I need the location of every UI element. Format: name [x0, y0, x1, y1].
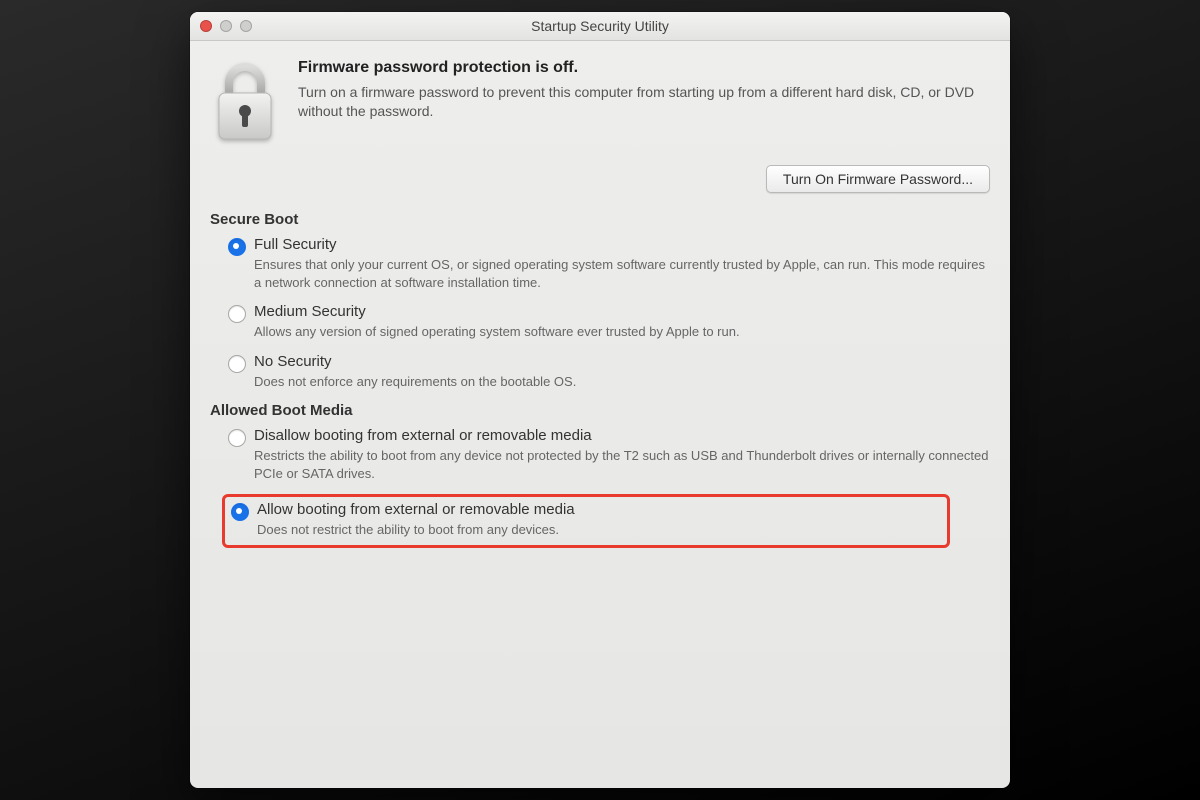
radio-full-security[interactable]	[228, 238, 246, 256]
turn-on-firmware-password-button[interactable]: Turn On Firmware Password...	[766, 165, 990, 193]
radio-disallow-external[interactable]	[228, 429, 246, 447]
option-label: Medium Security	[254, 303, 740, 321]
secure-boot-option-medium[interactable]: Medium Security Allows any version of si…	[228, 303, 990, 341]
minimize-icon	[220, 20, 232, 32]
option-label: Allow booting from external or removable…	[257, 501, 575, 519]
option-description: Does not restrict the ability to boot fr…	[257, 521, 575, 539]
firmware-button-row: Turn On Firmware Password...	[210, 165, 990, 193]
boot-media-title: Allowed Boot Media	[210, 402, 990, 419]
option-description: Ensures that only your current OS, or si…	[254, 256, 990, 291]
close-icon[interactable]	[200, 20, 212, 32]
radio-no-security[interactable]	[228, 355, 246, 373]
radio-allow-external[interactable]	[231, 503, 249, 521]
firmware-section: Firmware password protection is off. Tur…	[210, 59, 990, 143]
option-label: No Security	[254, 353, 576, 371]
secure-boot-option-none[interactable]: No Security Does not enforce any require…	[228, 353, 990, 391]
option-label: Full Security	[254, 236, 990, 254]
desktop-background: Startup Security Utility	[0, 0, 1200, 800]
secure-boot-option-full[interactable]: Full Security Ensures that only your cur…	[228, 236, 990, 291]
firmware-heading: Firmware password protection is off.	[298, 59, 990, 77]
secure-boot-title: Secure Boot	[210, 211, 990, 228]
radio-medium-security[interactable]	[228, 305, 246, 323]
lock-icon	[210, 59, 280, 143]
boot-media-option-allow[interactable]: Allow booting from external or removable…	[231, 501, 939, 539]
utility-window: Startup Security Utility	[190, 12, 1010, 788]
secure-boot-options: Full Security Ensures that only your cur…	[210, 236, 990, 390]
firmware-description: Turn on a firmware password to prevent t…	[298, 83, 990, 121]
window-traffic-lights	[200, 20, 252, 32]
window-titlebar: Startup Security Utility	[190, 12, 1010, 41]
option-description: Restricts the ability to boot from any d…	[254, 447, 990, 482]
boot-media-options: Disallow booting from external or remova…	[210, 427, 990, 548]
firmware-text: Firmware password protection is off. Tur…	[298, 59, 990, 121]
zoom-icon	[240, 20, 252, 32]
boot-media-option-disallow[interactable]: Disallow booting from external or remova…	[228, 427, 990, 482]
window-title: Startup Security Utility	[190, 18, 1010, 34]
window-content: Firmware password protection is off. Tur…	[190, 41, 1010, 788]
annotation-highlight: Allow booting from external or removable…	[222, 494, 950, 548]
option-description: Does not enforce any requirements on the…	[254, 373, 576, 391]
option-description: Allows any version of signed operating s…	[254, 323, 740, 341]
option-label: Disallow booting from external or remova…	[254, 427, 990, 445]
